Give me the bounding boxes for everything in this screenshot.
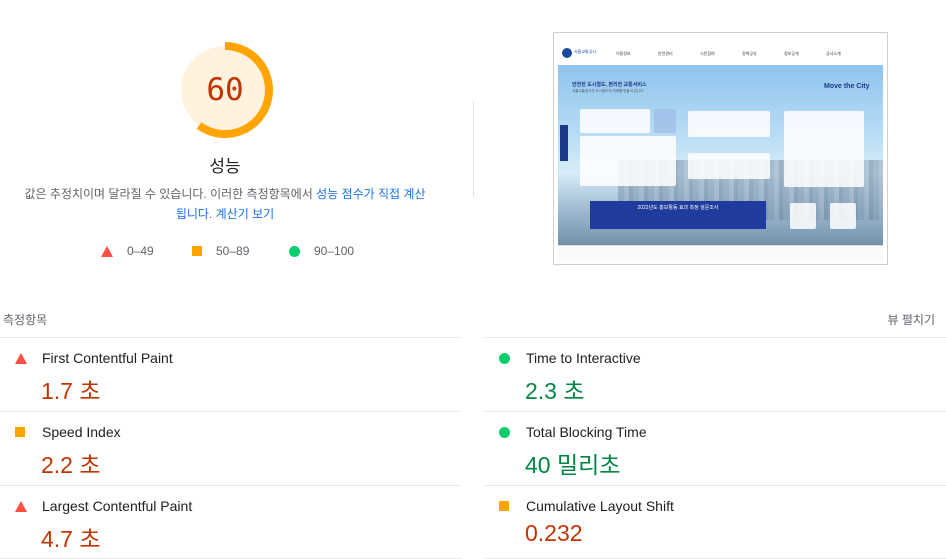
calculator-link[interactable]: 계산기 보기 [216, 207, 275, 221]
metric-value: 4.7 초 [41, 526, 101, 552]
thumb-search-panel [580, 109, 650, 133]
pass-circle-icon [499, 353, 510, 364]
thumb-nav-item: 정책공유 [742, 51, 757, 56]
thumb-headline: 안전한 도시철도, 편리한 교통서비스 [572, 82, 647, 88]
circle-icon [289, 245, 300, 257]
metric-value: 0.232 [525, 520, 583, 546]
metric-largest-contentful-paint: Largest Contentful Paint 4.7 초 [0, 485, 461, 559]
description-text: 값은 추정치이며 달라질 수 있습니다. 이러한 측정항목에서 [24, 187, 317, 201]
metric-name: Cumulative Layout Shift [526, 498, 674, 514]
score-description: 값은 추정치이며 달라질 수 있습니다. 이러한 측정항목에서 성능 점수가 직… [20, 184, 430, 224]
metric-name: First Contentful Paint [42, 350, 173, 366]
site-logo-icon [562, 48, 572, 58]
thumb-quick-menu [580, 136, 676, 186]
fail-triangle-icon [15, 353, 27, 364]
fail-triangle-icon [15, 501, 27, 512]
legend-average: 50–89 [192, 244, 249, 258]
thumb-banner: 2022년도 홍보활동 효과 측정 설문조사 [590, 201, 766, 229]
thumb-menu-list [784, 111, 864, 187]
thumb-side-tab [560, 125, 568, 161]
performance-title: 성능 [209, 157, 241, 176]
thumb-footer [558, 245, 883, 261]
page-screenshot-thumbnail[interactable]: 서울교통공사 이용정보 안전관리 시민참여 정책공유 정보공개 공사소개 안전한… [553, 32, 888, 265]
metric-value: 1.7 초 [41, 378, 101, 404]
performance-score: 60 [206, 72, 244, 108]
thumb-site-name: 서울교통공사 [574, 49, 597, 54]
thumb-card-1 [688, 111, 770, 137]
metric-cumulative-layout-shift: Cumulative Layout Shift 0.232 [484, 485, 946, 559]
thumb-slogan: Move the City [824, 83, 870, 90]
thumb-subline: 서울교통공사가 도시철도의 미래를 만들어 갑니다. [572, 89, 645, 93]
triangle-icon [101, 245, 113, 257]
metric-time-to-interactive: Time to Interactive 2.3 초 [484, 337, 946, 411]
average-square-icon [499, 501, 509, 511]
legend-average-label: 50–89 [216, 244, 250, 258]
thumb-header: 서울교통공사 이용정보 안전관리 시민참여 정책공유 정보공개 공사소개 [558, 43, 883, 66]
metric-total-blocking-time: Total Blocking Time 40 밀리초 [484, 411, 946, 485]
thumb-icon-2 [830, 203, 856, 229]
vertical-divider [473, 101, 474, 197]
thumb-nav-item: 정보공개 [784, 51, 799, 56]
pass-circle-icon [499, 427, 510, 438]
average-square-icon [15, 427, 25, 437]
thumb-icon-1 [790, 203, 816, 229]
metric-name: Largest Contentful Paint [42, 498, 193, 514]
thumb-card-2 [688, 153, 770, 179]
square-icon [192, 246, 202, 256]
expand-view-toggle[interactable]: 뷰 펼치기 [888, 311, 936, 328]
metric-value: 2.2 초 [41, 452, 101, 478]
legend-pass-label: 90–100 [314, 244, 355, 258]
metrics-title: 측정항목 [3, 313, 48, 327]
thumb-nav-item: 이용정보 [616, 51, 631, 56]
thumb-nav-item: 안전관리 [658, 51, 673, 56]
metric-first-contentful-paint: First Contentful Paint 1.7 초 [0, 337, 461, 411]
description-separator: . [208, 207, 216, 221]
thumb-search-button [654, 109, 676, 133]
thumb-nav-item: 시민참여 [700, 51, 715, 56]
metric-name: Speed Index [42, 424, 121, 440]
metric-name: Time to Interactive [526, 350, 641, 366]
metric-name: Total Blocking Time [526, 424, 647, 440]
legend-fail-label: 0–49 [127, 244, 154, 258]
metric-value: 2.3 초 [525, 378, 585, 404]
metric-speed-index: Speed Index 2.2 초 [0, 411, 461, 485]
legend-fail: 0–49 [101, 244, 154, 258]
metric-value: 40 밀리초 [525, 452, 621, 478]
thumb-nav-item: 공사소개 [826, 51, 841, 56]
legend-pass: 90–100 [289, 244, 354, 258]
